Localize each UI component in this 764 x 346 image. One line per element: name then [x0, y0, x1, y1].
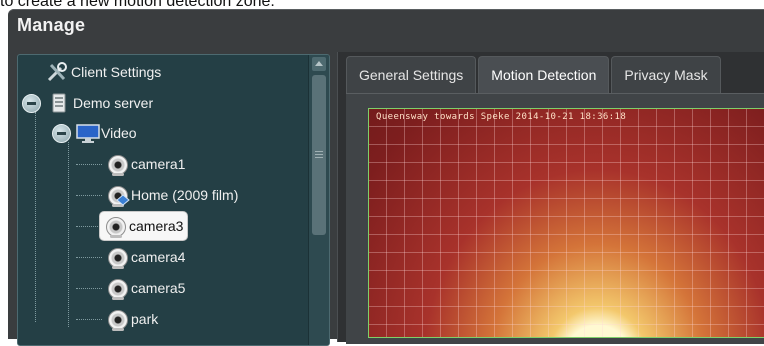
- camera-icon: [104, 215, 126, 238]
- tree-line: [76, 226, 100, 227]
- tree-node-park[interactable]: park: [106, 305, 158, 333]
- tree-node-video[interactable]: Video: [76, 119, 137, 147]
- tree-node-home-2009-film[interactable]: Home (2009 film): [106, 181, 238, 209]
- camera-icon: [106, 277, 128, 300]
- tab-motion-detection[interactable]: Motion Detection: [478, 56, 610, 93]
- camera-icon: [106, 308, 128, 331]
- tree-node-camera4[interactable]: camera4: [106, 243, 185, 271]
- camera-icon: [106, 153, 128, 176]
- settings-tabs: General Settings Motion Detection Privac…: [346, 56, 723, 93]
- camera-icon: [106, 246, 128, 269]
- server-icon: [48, 92, 70, 114]
- tab-privacy-mask[interactable]: Privacy Mask: [611, 56, 721, 93]
- ptz-camera-icon: [106, 184, 130, 207]
- collapse-video-icon[interactable]: [52, 124, 71, 143]
- monitor-icon: [76, 122, 100, 144]
- tree-line: [76, 288, 102, 289]
- tree-line: [76, 319, 102, 320]
- tree-node-camera3[interactable]: camera3: [100, 212, 188, 240]
- tree-node-camera1[interactable]: camera1: [106, 150, 185, 178]
- tree-line: [76, 195, 102, 196]
- tree-scrollbar[interactable]: [308, 55, 329, 345]
- scroll-up-arrow-icon[interactable]: [312, 57, 326, 71]
- tree-node-demo-server[interactable]: Demo server: [48, 89, 153, 117]
- tree-line: [76, 257, 102, 258]
- tree-line: [68, 142, 69, 327]
- video-preview[interactable]: Queensway towards Speke 2014-10-21 18:36…: [368, 108, 764, 338]
- tree-line: [35, 112, 36, 322]
- tree-node-camera5[interactable]: camera5: [106, 274, 185, 302]
- video-overlay-text: Queensway towards Speke 2014-10-21 18:36…: [376, 112, 627, 122]
- window-title: Manage: [17, 15, 86, 35]
- tree-node-client-settings[interactable]: Client Settings: [46, 58, 161, 86]
- detection-zone-border: [368, 108, 764, 338]
- tools-icon: [46, 61, 68, 83]
- collapse-demo-server-icon[interactable]: [22, 94, 41, 113]
- tree-line: [76, 164, 102, 165]
- scroll-thumb[interactable]: [312, 75, 326, 235]
- tab-general-settings[interactable]: General Settings: [346, 56, 477, 93]
